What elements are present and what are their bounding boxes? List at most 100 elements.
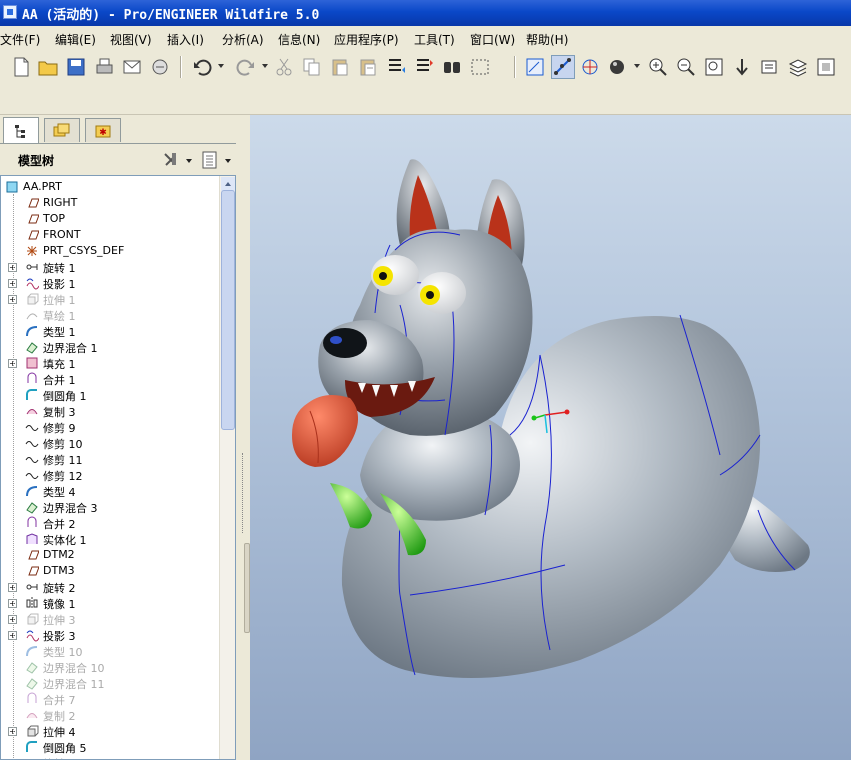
tree-item[interactable]: 复制 2 bbox=[1, 707, 219, 723]
menu-item-5[interactable]: 信息(N) bbox=[278, 31, 320, 48]
tree-item[interactable]: 合并 2 bbox=[1, 515, 219, 531]
select-box-button[interactable] bbox=[468, 55, 492, 79]
redo-button[interactable] bbox=[234, 55, 258, 79]
wolf-model-render[interactable] bbox=[250, 115, 851, 760]
folder-browser-tab[interactable] bbox=[44, 118, 80, 142]
tree-item[interactable]: 修剪 9 bbox=[1, 419, 219, 435]
favorites-tab[interactable]: ✱ bbox=[85, 118, 121, 142]
tree-item[interactable]: AA.PRT bbox=[1, 179, 219, 195]
undo-button[interactable] bbox=[190, 55, 214, 79]
tree-item[interactable]: 边界混合 3 bbox=[1, 499, 219, 515]
tree-item[interactable]: + 旋转 2 bbox=[1, 579, 219, 595]
new-file-button[interactable] bbox=[9, 55, 33, 79]
spin-center-button[interactable] bbox=[578, 55, 602, 79]
tree-scrollbar[interactable] bbox=[219, 176, 235, 759]
tree-item[interactable]: 草绘 1 bbox=[1, 307, 219, 323]
dropdown-arrow-icon[interactable] bbox=[634, 64, 640, 68]
refit-button[interactable] bbox=[702, 55, 726, 79]
tree-item[interactable]: PRT_CSYS_DEF bbox=[1, 243, 219, 259]
tree-item[interactable]: 合并 7 bbox=[1, 691, 219, 707]
tree-item[interactable]: 类型 1 bbox=[1, 323, 219, 339]
cut-button[interactable] bbox=[272, 55, 296, 79]
copy-button[interactable] bbox=[300, 55, 324, 79]
tree-item[interactable]: + 拉伸 3 bbox=[1, 611, 219, 627]
datum-plane-icon bbox=[28, 198, 39, 208]
tree-item-label: 倒圆角 5 bbox=[43, 742, 87, 755]
model-tree[interactable]: +旋转 3倒圆角 5 +拉伸 4复制 2 合并 7 边界混合 11 边界混合 10 类型 … bbox=[0, 175, 236, 760]
save-button[interactable] bbox=[64, 55, 88, 79]
open-folder-icon bbox=[38, 61, 58, 76]
layers-button[interactable] bbox=[786, 55, 810, 79]
tree-item[interactable]: 修剪 12 bbox=[1, 467, 219, 483]
tree-item[interactable]: FRONT bbox=[1, 227, 219, 243]
menu-item-1[interactable]: 编辑(E) bbox=[55, 31, 96, 48]
tree-item-label: 倒圆角 1 bbox=[43, 390, 87, 403]
tree-item[interactable]: +旋转 3 bbox=[1, 755, 219, 759]
menu-item-0[interactable]: 文件(F) bbox=[0, 31, 40, 48]
tree-item[interactable]: + 拉伸 1 bbox=[1, 291, 219, 307]
dropdown-arrow-icon[interactable] bbox=[262, 64, 268, 68]
tree-item[interactable]: + 镜像 1 bbox=[1, 595, 219, 611]
show-menu-button[interactable] bbox=[200, 151, 234, 169]
sketch-view-button[interactable] bbox=[523, 55, 547, 79]
model-tree-tab[interactable] bbox=[3, 117, 39, 143]
tree-item[interactable]: 类型 4 bbox=[1, 483, 219, 499]
find-button[interactable] bbox=[440, 55, 464, 79]
graphics-window[interactable] bbox=[250, 115, 851, 760]
tree-item[interactable]: + 填充 1 bbox=[1, 355, 219, 371]
menu-item-4[interactable]: 分析(A) bbox=[222, 31, 264, 48]
revolve-icon bbox=[26, 584, 38, 590]
scroll-thumb[interactable] bbox=[221, 190, 235, 430]
tree-item[interactable]: 修剪 11 bbox=[1, 451, 219, 467]
menu-item-7[interactable]: 工具(T) bbox=[414, 31, 455, 48]
tree-item[interactable]: + 投影 1 bbox=[1, 275, 219, 291]
datum-display-button[interactable] bbox=[551, 55, 575, 79]
tree-item-label: RIGHT bbox=[43, 196, 78, 209]
tree-item[interactable]: TOP bbox=[1, 211, 219, 227]
splitter-grip[interactable] bbox=[242, 453, 245, 533]
refit-icon bbox=[705, 58, 723, 76]
send-mail-button[interactable] bbox=[120, 55, 144, 79]
menu-item-2[interactable]: 视图(V) bbox=[110, 31, 152, 48]
panel-splitter[interactable] bbox=[236, 143, 250, 760]
paste-special-button[interactable] bbox=[356, 55, 380, 79]
tree-item[interactable]: 类型 10 bbox=[1, 643, 219, 659]
tree-item[interactable]: 修剪 10 bbox=[1, 435, 219, 451]
regenerate-button[interactable] bbox=[384, 55, 408, 79]
shading-button[interactable] bbox=[606, 55, 630, 79]
print-button[interactable] bbox=[92, 55, 116, 79]
tree-settings-button[interactable] bbox=[162, 151, 194, 169]
tree-item[interactable]: RIGHT bbox=[1, 195, 219, 211]
regen-manager-button[interactable] bbox=[412, 55, 436, 79]
menu-item-9[interactable]: 帮助(H) bbox=[526, 31, 568, 48]
tree-item[interactable]: 倒圆角 1 bbox=[1, 387, 219, 403]
tree-item[interactable]: 倒圆角 5 bbox=[1, 739, 219, 755]
tree-item[interactable]: 边界混合 10 bbox=[1, 659, 219, 675]
copy-surface-icon bbox=[26, 713, 38, 719]
menu-item-8[interactable]: 窗口(W) bbox=[470, 31, 515, 48]
tree-item[interactable]: DTM2 bbox=[1, 547, 219, 563]
paste-button[interactable] bbox=[328, 55, 352, 79]
tree-item[interactable]: + 旋转 1 bbox=[1, 259, 219, 275]
saved-views-button[interactable] bbox=[758, 55, 782, 79]
tree-item[interactable]: 复制 3 bbox=[1, 403, 219, 419]
view-manager-button[interactable] bbox=[814, 55, 838, 79]
tree-item[interactable]: + 拉伸 4 bbox=[1, 723, 219, 739]
tree-item[interactable]: DTM3 bbox=[1, 563, 219, 579]
zoom-in-button[interactable] bbox=[646, 55, 670, 79]
menu-item-3[interactable]: 插入(I) bbox=[167, 31, 204, 48]
dropdown-arrow-icon[interactable] bbox=[218, 64, 224, 68]
tree-item[interactable]: 边界混合 11 bbox=[1, 675, 219, 691]
paste-icon bbox=[332, 59, 348, 76]
tree-item[interactable]: 边界混合 1 bbox=[1, 339, 219, 355]
zoom-out-button[interactable] bbox=[674, 55, 698, 79]
scroll-up-arrow-icon[interactable] bbox=[221, 177, 235, 191]
tree-item[interactable]: + 投影 3 bbox=[1, 627, 219, 643]
tree-item[interactable]: 合并 1 bbox=[1, 371, 219, 387]
reorient-button[interactable] bbox=[730, 55, 754, 79]
mail-recipient-button[interactable] bbox=[148, 55, 172, 79]
tree-item[interactable]: 实体化 1 bbox=[1, 531, 219, 547]
merge-icon bbox=[27, 692, 37, 703]
open-folder-button[interactable] bbox=[36, 55, 60, 79]
menu-item-6[interactable]: 应用程序(P) bbox=[334, 31, 399, 48]
